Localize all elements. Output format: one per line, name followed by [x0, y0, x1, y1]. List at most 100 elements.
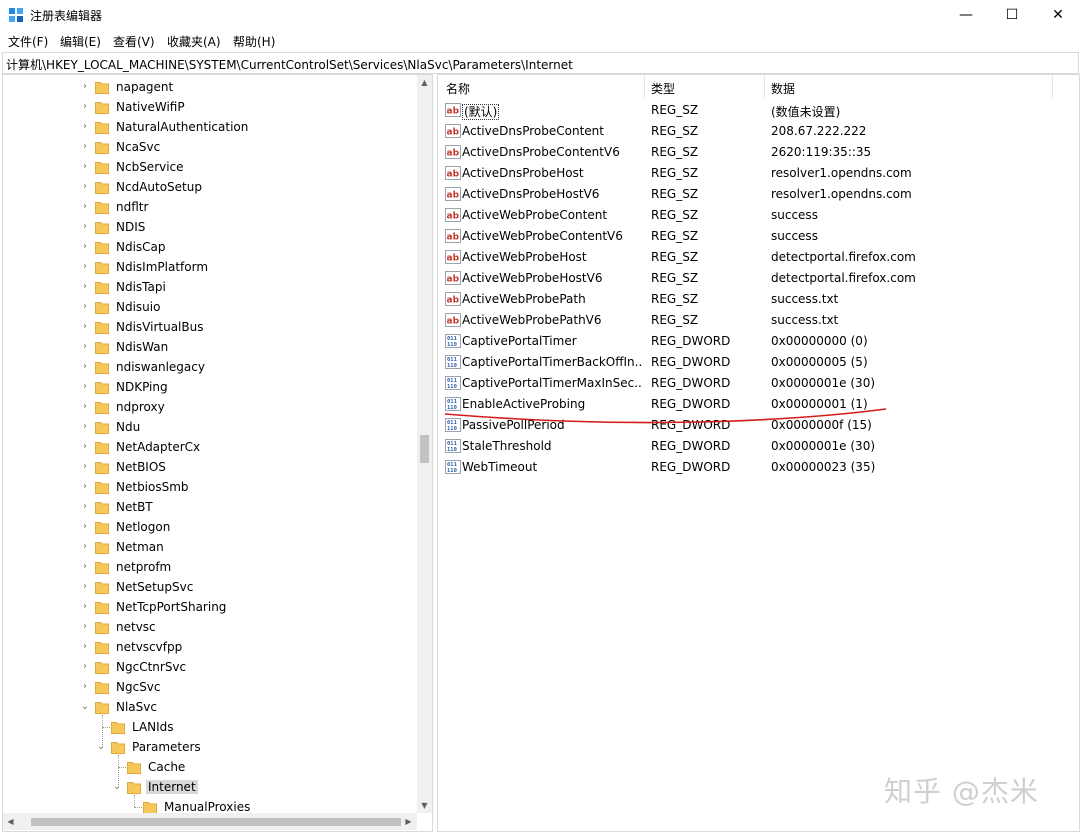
value-row[interactable]: ab ActiveDnsProbeContentV6 REG_SZ 2620:119:… — [438, 142, 1079, 163]
column-divider[interactable] — [644, 75, 645, 99]
tree-node[interactable]: › NdisCap — [3, 237, 413, 257]
tree-node-label[interactable]: NcdAutoSetup — [114, 180, 204, 194]
value-row[interactable]: 011 110 StaleThreshold REG_DWORD 0x0000001e … — [438, 436, 1079, 457]
tree-node[interactable]: › ndiswanlegacy — [3, 357, 413, 377]
chevron-right-icon[interactable]: › — [80, 341, 90, 353]
tree-node[interactable]: › Ndisuio — [3, 297, 413, 317]
tree-node-label[interactable]: ndfltr — [114, 200, 150, 214]
chevron-right-icon[interactable]: › — [80, 101, 90, 113]
value-name-cell[interactable]: (默认) — [462, 103, 642, 120]
tree-node[interactable]: › NgcCtnrSvc — [3, 657, 413, 677]
column-divider[interactable] — [764, 75, 765, 99]
chevron-right-icon[interactable]: › — [80, 381, 90, 393]
value-name-cell[interactable]: ActiveDnsProbeHost — [462, 166, 642, 180]
maximize-button[interactable]: ☐ — [989, 0, 1035, 30]
tree-node[interactable]: › NdisTapi — [3, 277, 413, 297]
value-row[interactable]: ab ActiveWebProbePathV6 REG_SZ success.txt — [438, 310, 1079, 331]
tree-node[interactable]: › NcbService — [3, 157, 413, 177]
chevron-right-icon[interactable]: › — [80, 161, 90, 173]
column-header-data[interactable]: 数据 — [771, 80, 795, 97]
chevron-down-icon[interactable]: ⌄ — [112, 781, 122, 793]
tree-node[interactable]: › NetSetupSvc — [3, 577, 413, 597]
tree-node[interactable]: ⌄ Internet — [3, 777, 413, 797]
tree-node-label[interactable]: NlaSvc — [114, 700, 159, 714]
value-name-cell[interactable]: EnableActiveProbing — [462, 397, 642, 411]
tree-node-label[interactable]: NdisCap — [114, 240, 168, 254]
tree-node-label[interactable]: NetAdapterCx — [114, 440, 202, 454]
tree-node-label[interactable]: NcaSvc — [114, 140, 162, 154]
tree-node[interactable]: Cache — [3, 757, 413, 777]
menu-help[interactable]: 帮助(H) — [233, 33, 275, 50]
address-path[interactable]: 计算机\HKEY_LOCAL_MACHINE\SYSTEM\CurrentCon… — [6, 56, 573, 73]
value-row[interactable]: ab ActiveWebProbeHostV6 REG_SZ detectportal… — [438, 268, 1079, 289]
tree-node-label[interactable]: NdisTapi — [114, 280, 168, 294]
tree-node-label[interactable]: ndproxy — [114, 400, 167, 414]
tree-node-label[interactable]: NcbService — [114, 160, 186, 174]
value-row[interactable]: 011 110 CaptivePortalTimerBackOffIn... REG_… — [438, 352, 1079, 373]
tree-node[interactable]: › NcdAutoSetup — [3, 177, 413, 197]
chevron-right-icon[interactable]: › — [80, 541, 90, 553]
tree-vscroll-thumb[interactable] — [420, 435, 429, 463]
tree-node[interactable]: › NdisImPlatform — [3, 257, 413, 277]
tree-node[interactable]: › NaturalAuthentication — [3, 117, 413, 137]
value-row[interactable]: ab ActiveDnsProbeHost REG_SZ resolver1.open… — [438, 163, 1079, 184]
chevron-right-icon[interactable]: › — [80, 121, 90, 133]
tree-node-label[interactable]: NdisWan — [114, 340, 170, 354]
value-row[interactable]: ab ActiveDnsProbeContent REG_SZ 208.67.222.… — [438, 121, 1079, 142]
column-header-type[interactable]: 类型 — [651, 80, 675, 97]
chevron-down-icon[interactable]: ⌄ — [80, 701, 90, 713]
tree-node-label[interactable]: netvscvfpp — [114, 640, 184, 654]
chevron-right-icon[interactable]: › — [80, 441, 90, 453]
tree-node-label[interactable]: netprofm — [114, 560, 173, 574]
tree-node[interactable]: › NetBIOS — [3, 457, 413, 477]
value-row[interactable]: 011 110 CaptivePortalTimerMaxInSec... REG_D… — [438, 373, 1079, 394]
chevron-right-icon[interactable]: › — [80, 621, 90, 633]
value-name-cell[interactable]: CaptivePortalTimerMaxInSec... — [462, 376, 642, 390]
value-name-cell[interactable]: StaleThreshold — [462, 439, 642, 453]
value-row[interactable]: 011 110 EnableActiveProbing REG_DWORD 0x0000… — [438, 394, 1079, 415]
tree-node-label[interactable]: NdisImPlatform — [114, 260, 210, 274]
tree-node[interactable]: › NetTcpPortSharing — [3, 597, 413, 617]
chevron-right-icon[interactable]: › — [80, 641, 90, 653]
tree-node[interactable]: › Netman — [3, 537, 413, 557]
tree-node[interactable]: ⌄ Parameters — [3, 737, 413, 757]
tree-node[interactable]: LANIds — [3, 717, 413, 737]
chevron-right-icon[interactable]: › — [80, 221, 90, 233]
tree-vertical-scrollbar[interactable]: ▲ ▼ — [417, 75, 432, 813]
chevron-right-icon[interactable]: › — [80, 501, 90, 513]
tree-node-label[interactable]: NaturalAuthentication — [114, 120, 250, 134]
value-row[interactable]: ab (默认) REG_SZ (数值未设置) — [438, 100, 1079, 121]
tree-node-label[interactable]: NetSetupSvc — [114, 580, 195, 594]
tree-node-label[interactable]: Parameters — [130, 740, 203, 754]
tree-node[interactable]: › NetAdapterCx — [3, 437, 413, 457]
value-name-cell[interactable]: ActiveDnsProbeHostV6 — [462, 187, 642, 201]
tree-node[interactable]: › netvsc — [3, 617, 413, 637]
tree-node[interactable]: › netprofm — [3, 557, 413, 577]
chevron-right-icon[interactable]: › — [80, 581, 90, 593]
column-divider[interactable] — [1052, 75, 1053, 99]
value-row[interactable]: ab ActiveDnsProbeHostV6 REG_SZ resolver1.op… — [438, 184, 1079, 205]
chevron-right-icon[interactable]: › — [80, 661, 90, 673]
column-header-name[interactable]: 名称 — [446, 80, 470, 97]
tree-node-label[interactable]: NDIS — [114, 220, 147, 234]
tree-node[interactable]: › NdisWan — [3, 337, 413, 357]
chevron-right-icon[interactable]: › — [80, 281, 90, 293]
minimize-button[interactable]: — — [943, 0, 989, 30]
value-name-cell[interactable]: WebTimeout — [462, 460, 642, 474]
tree-node[interactable]: › NgcSvc — [3, 677, 413, 697]
tree-node[interactable]: › NDKPing — [3, 377, 413, 397]
tree-node[interactable]: › netvscvfpp — [3, 637, 413, 657]
tree-node-label[interactable]: NativeWifiP — [114, 100, 187, 114]
value-row[interactable]: ab ActiveWebProbeContentV6 REG_SZ success — [438, 226, 1079, 247]
tree-node-label[interactable]: Netman — [114, 540, 166, 554]
menu-edit[interactable]: 编辑(E) — [60, 33, 101, 50]
value-name-cell[interactable]: ActiveWebProbeContent — [462, 208, 642, 222]
chevron-right-icon[interactable]: › — [80, 141, 90, 153]
tree-node[interactable]: › napagent — [3, 77, 413, 97]
tree-node-label[interactable]: Ndisuio — [114, 300, 162, 314]
chevron-down-icon[interactable]: ⌄ — [96, 741, 106, 753]
chevron-right-icon[interactable]: › — [80, 521, 90, 533]
scroll-down-icon[interactable]: ▼ — [417, 798, 432, 813]
menu-favorites[interactable]: 收藏夹(A) — [167, 33, 221, 50]
tree-node[interactable]: › NativeWifiP — [3, 97, 413, 117]
